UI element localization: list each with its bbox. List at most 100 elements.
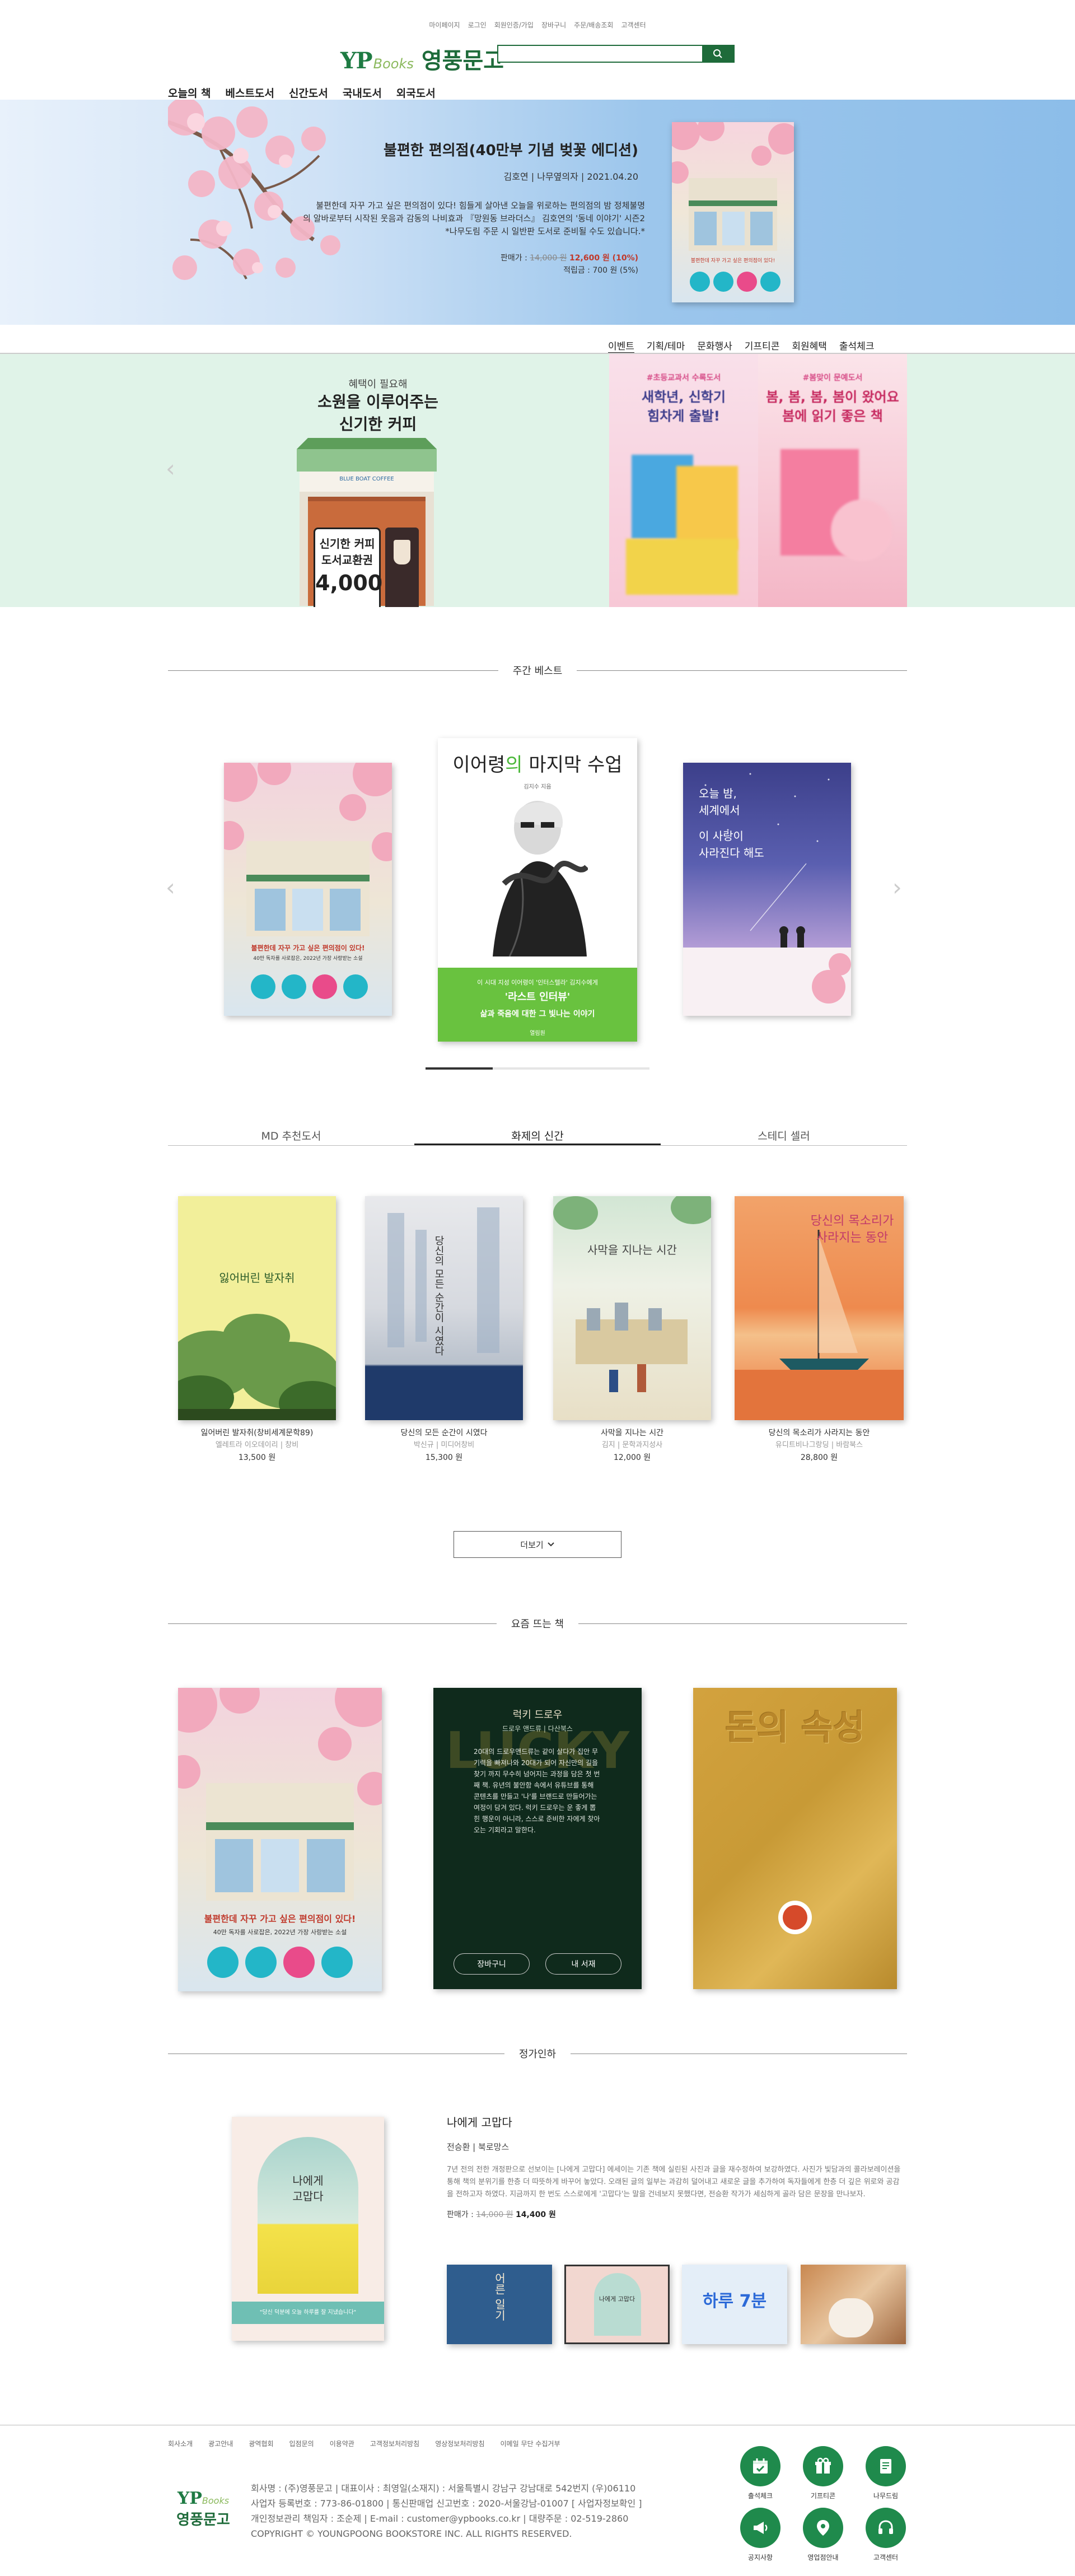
footer-link-about[interactable]: 회사소개 xyxy=(168,2439,193,2448)
weekly-prev-arrow[interactable]: ‹ xyxy=(166,874,175,901)
add-to-cart-button[interactable]: 장바구니 xyxy=(454,1953,530,1975)
cafe-name: BLUE BOAT COFFEE xyxy=(339,476,394,482)
price-cut-price-label: 판매가 : xyxy=(447,2210,474,2219)
footer-link-store-inquiry[interactable]: 입점문의 xyxy=(289,2439,314,2448)
md-book-3-title[interactable]: 사막을 지나는 시간 xyxy=(543,1427,721,1439)
md-book-4-price: 28,800 원 xyxy=(800,1453,838,1462)
weekly-progress xyxy=(426,1067,649,1070)
util-link-cart[interactable]: 장바구니 xyxy=(541,20,566,30)
util-link-login[interactable]: 로그인 xyxy=(468,20,487,30)
footer-link-association[interactable]: 광역협회 xyxy=(249,2439,273,2448)
jungle-art xyxy=(178,1314,336,1420)
subnav-theme[interactable]: 기획/테마 xyxy=(647,338,685,353)
hot-book-2-overlay[interactable]: 럭키 드로우 드로우 앤드류 | 다산북스 LUCKY 20대의 드로우앤드류는… xyxy=(433,1688,642,1989)
md-book-1-cover[interactable]: 잃어버린 발자취 xyxy=(178,1196,336,1420)
lucky-title: 럭키 드로우 xyxy=(512,1709,563,1721)
weekly-book-center[interactable]: 이어령의 마지막 수업 김지수 지음 이 시대 지성 이어령이 '인터스텔라' … xyxy=(438,738,637,1042)
event-coffee-title[interactable]: 혜택이 필요해 소원을 이루어주는 신기한 커피 xyxy=(297,376,459,436)
event-card-school[interactable]: #초등교과서 수록도서 새학년, 신학기 힘차게 출발! xyxy=(609,354,758,607)
price-cut-book-title[interactable]: 나에게 고맙다 xyxy=(447,2113,906,2130)
md-book-2-cover[interactable]: 당신의 모든 순간이 시였다 xyxy=(365,1196,523,1420)
logo-books: Books xyxy=(373,56,414,72)
subnav-gifticon[interactable]: 기프티콘 xyxy=(745,338,780,353)
thumb-book-2[interactable]: 나에게 고맙다 xyxy=(564,2265,670,2344)
tab-hot-new[interactable]: 화제의 신간 xyxy=(414,1123,661,1145)
footer-gifticon[interactable]: 기프티콘 xyxy=(801,2446,845,2500)
footer-link-no-email[interactable]: 이메일 무단 수집거부 xyxy=(501,2439,560,2448)
subnav-event[interactable]: 이벤트 xyxy=(608,338,634,353)
footer-customer-center[interactable]: 고객센터 xyxy=(863,2508,908,2562)
weekly-book-right-title: 오늘 밤, 세계에서 이 사랑이 사라진다 해도 xyxy=(699,785,764,861)
footer-logo-yp: YP xyxy=(177,2489,202,2508)
hot-books-header: 요즘 뜨는 책 xyxy=(168,1615,907,1632)
hero-book-desc: 불편한데 자꾸 가고 싶은 편의점이 있다! 힘들게 살아낸 오늘을 위로하는 … xyxy=(275,199,645,238)
util-link-order[interactable]: 주문/배송조회 xyxy=(574,20,613,30)
nav-new-books[interactable]: 신간도서 xyxy=(289,85,328,100)
tab-steady-seller[interactable]: 스테디 셀러 xyxy=(661,1123,907,1145)
hero-banner[interactable]: 불편한 편의점(40만부 기념 벚꽃 에디션) 김호연 | 나무옆의자 | 20… xyxy=(0,100,1075,325)
md-book-4-cover[interactable]: 당신의 목소리가 사라지는 동안 xyxy=(735,1196,904,1420)
nav-foreign[interactable]: 외국도서 xyxy=(396,85,436,100)
footer-link-ads[interactable]: 광고안내 xyxy=(208,2439,233,2448)
hero-book-art: 불편한데 자꾸 가고 싶은 편의점이 있다! xyxy=(672,122,794,292)
footer-link-privacy[interactable]: 고객정보처리방침 xyxy=(370,2439,419,2448)
footer-store-guide[interactable]: 영업점안내 xyxy=(801,2508,845,2562)
weekly-book-center-title: 이어령의 마지막 수업 xyxy=(438,749,637,777)
thumb-book-4[interactable] xyxy=(801,2265,906,2344)
hot-book-3-cover[interactable]: 돈의 속성 xyxy=(693,1688,897,1989)
md-book-2-title[interactable]: 당신의 모든 순간이 시였다 xyxy=(355,1427,533,1439)
footer-notice[interactable]: 공지사항 xyxy=(738,2508,783,2562)
hero-book-title[interactable]: 불편한 편의점(40만부 기념 벚꽃 에디션) xyxy=(384,139,638,160)
footer-namudream[interactable]: 나무드림 xyxy=(863,2446,908,2500)
hero-price-original: 14,000 원 xyxy=(530,254,567,263)
footer-namudream-label: 나무드림 xyxy=(873,2492,899,2500)
center-title-c: 마지막 수업 xyxy=(522,754,623,776)
event-prev-arrow[interactable]: ‹ xyxy=(166,455,175,482)
md-book-3-publisher: 김지 | 문학과지성사 xyxy=(601,1441,663,1449)
megaphone-icon xyxy=(754,2522,768,2534)
more-button[interactable]: 더보기 xyxy=(454,1531,621,1558)
hero-book-cover[interactable]: 불편한데 자꾸 가고 싶은 편의점이 있다! xyxy=(672,122,794,302)
footer-link-video-privacy[interactable]: 영상정보처리방침 xyxy=(435,2439,484,2448)
nav-today-book[interactable]: 오늘의 책 xyxy=(168,85,211,100)
voucher-price: 4,000 xyxy=(315,571,383,595)
hot-books-title: 요즘 뜨는 책 xyxy=(511,1618,564,1630)
md-book-3-cover[interactable]: 사막을 지나는 시간 xyxy=(553,1196,711,1420)
footer-link-terms[interactable]: 이용약관 xyxy=(330,2439,354,2448)
sub-nav: 이벤트 기획/테마 문화행사 기프티콘 회원혜택 출석체크 xyxy=(608,338,874,353)
thumb-book-3[interactable]: 하루 7분 xyxy=(682,2265,787,2344)
subnav-attendance[interactable]: 출석체크 xyxy=(839,338,875,353)
md-book-4-title[interactable]: 당신의 목소리가 사라지는 동안 xyxy=(730,1427,908,1439)
util-link-cs[interactable]: 고객센터 xyxy=(621,20,646,30)
util-link-join[interactable]: 회원인증/가입 xyxy=(494,20,534,30)
weekly-book-left-banner2: 40만 독자를 사로잡은, 2022년 가장 사랑받는 소설 xyxy=(253,956,363,962)
footer-attendance[interactable]: 출석체크 xyxy=(738,2446,783,2500)
my-library-button[interactable]: 내 서재 xyxy=(545,1953,621,1975)
event-card-spring[interactable]: #봄맞이 문예도서 봄, 봄, 봄, 봄이 왔어요 봄에 읽기 좋은 책 xyxy=(758,354,907,607)
weekly-next-arrow[interactable]: › xyxy=(892,874,902,901)
tab-md-picks[interactable]: MD 추천도서 xyxy=(168,1123,414,1145)
md-book-1-title[interactable]: 잃어버린 발자취(창비세계문학89) xyxy=(168,1427,346,1439)
thumb-book-1[interactable]: 어른 일기 xyxy=(447,2265,552,2344)
util-link-mypage[interactable]: 마이페이지 xyxy=(429,20,460,30)
footer-info-line4: COPYRIGHT © YOUNGPOONG BOOKSTORE INC. AL… xyxy=(251,2528,572,2539)
nav-bestseller[interactable]: 베스트도서 xyxy=(226,85,274,100)
hero-book-author: 김호연 | 나무옆의자 | 2021.04.20 xyxy=(503,171,639,182)
footer-info-line2: 사업자 등록번호 : 773-86-01800 | 통신판매업 신고번호 : 2… xyxy=(251,2498,642,2509)
event-card-spring-line1: 봄, 봄, 봄, 봄이 왔어요 xyxy=(766,389,899,405)
subnav-culture[interactable]: 문화행사 xyxy=(697,338,732,353)
price-cut-book-cover[interactable]: 나에게 고맙다 "당신 덕분에 오늘 하루를 잘 지냈습니다" xyxy=(232,2117,384,2341)
weekly-book-right[interactable]: 오늘 밤, 세계에서 이 사랑이 사라진다 해도 xyxy=(683,763,851,1016)
search-input[interactable] xyxy=(498,46,702,62)
nav-domestic[interactable]: 국내도서 xyxy=(343,85,382,100)
hot-book-1-cover[interactable]: 불편한데 자꾸 가고 싶은 편의점이 있다! 40만 독자를 사로잡은, 202… xyxy=(178,1688,382,1991)
subnav-benefit[interactable]: 회원혜택 xyxy=(792,338,827,353)
center-blurb1: 이 시대 지성 이어령이 '인터스텔라' 김지수에게 xyxy=(477,979,598,986)
book-tabs: MD 추천도서 화제의 신간 스테디 셀러 xyxy=(168,1123,907,1146)
weekly-book-left[interactable]: 불편한데 자꾸 가고 싶은 편의점이 있다! 40만 독자를 사로잡은, 202… xyxy=(224,763,392,1016)
site-logo[interactable]: YP Books 영풍문고 xyxy=(340,43,504,75)
right-line2: 세계에서 xyxy=(699,804,740,817)
search-button[interactable] xyxy=(702,46,733,62)
footer-info-line1: 회사명 : (주)영풍문고 | 대표이사 : 최영일(소재지) : 서울특별시 … xyxy=(251,2483,636,2494)
footer-logo[interactable]: YP Books 영풍문고 xyxy=(167,2489,240,2529)
